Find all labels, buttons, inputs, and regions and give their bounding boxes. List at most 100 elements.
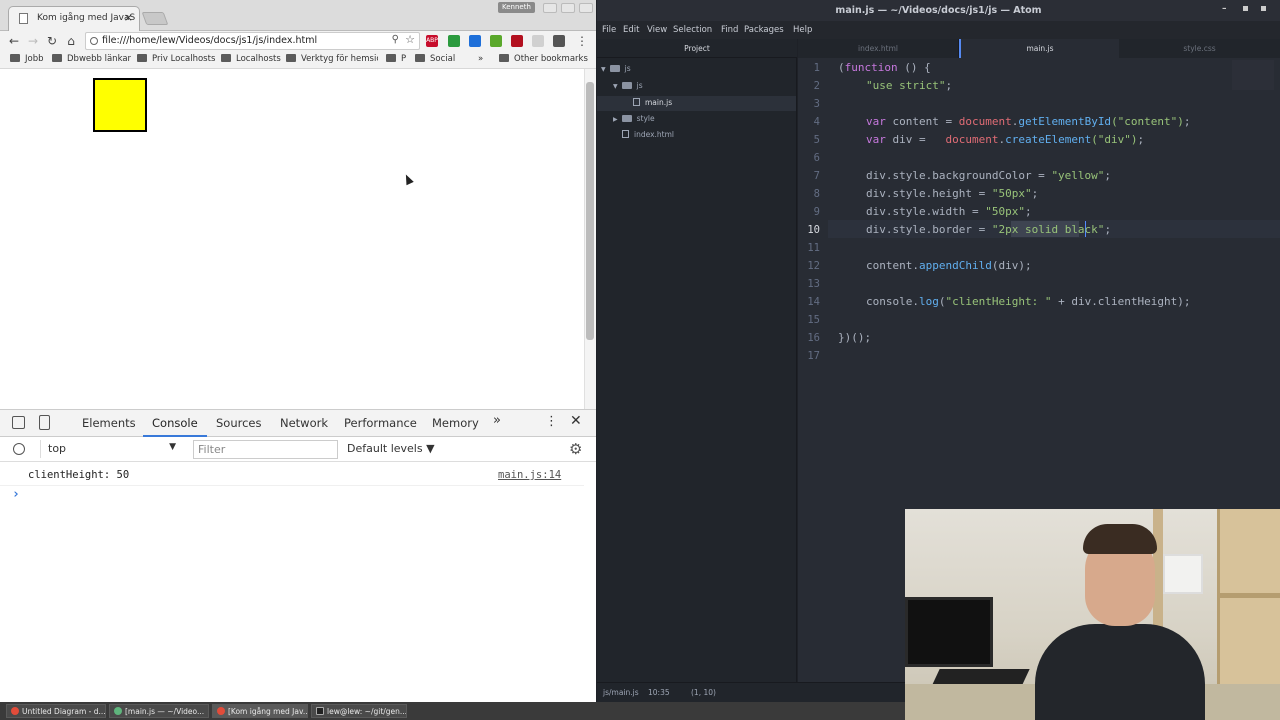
- tab-sources[interactable]: Sources: [216, 416, 262, 430]
- tree-label: js: [624, 64, 631, 73]
- maximize-button[interactable]: [561, 3, 575, 13]
- dropper-icon[interactable]: [469, 35, 481, 47]
- tree-item-index-html[interactable]: index.html: [622, 130, 674, 139]
- editor-tab-index-html[interactable]: index.html: [798, 39, 959, 58]
- status-file-path[interactable]: js/main.js: [603, 688, 639, 697]
- blank-ext-icon[interactable]: [532, 35, 544, 47]
- line-number: 1: [813, 62, 820, 74]
- bookmark-folder-dbwebb[interactable]: Dbwebb länkar: [52, 54, 131, 64]
- tab-performance[interactable]: Performance: [344, 416, 417, 430]
- more-tabs-button[interactable]: »: [493, 413, 501, 428]
- code-line-10: div.style.border = "2px solid black";: [866, 223, 1112, 236]
- taskbar-item-chrome[interactable]: [Kom igång med Jav...: [212, 704, 308, 718]
- console-source-link[interactable]: main.js:14: [498, 469, 561, 481]
- menu-packages[interactable]: Packages: [744, 25, 784, 35]
- menu-view[interactable]: View: [647, 25, 667, 35]
- status-time: 10:35: [648, 688, 670, 697]
- editor-tabbar: index.html main.js style.css: [798, 39, 1280, 58]
- menu-kebab-icon[interactable]: ⋮: [574, 33, 590, 49]
- close-devtools-icon[interactable]: ✕: [570, 413, 582, 429]
- console-settings-gear-icon[interactable]: ⚙: [569, 440, 582, 458]
- menu-help[interactable]: Help: [793, 25, 812, 35]
- console-prompt-icon[interactable]: ›: [12, 487, 20, 502]
- taskbar-item-terminal[interactable]: lew@lew: ~/git/gen...: [311, 704, 407, 718]
- tree-item-style[interactable]: ▶ style: [613, 114, 655, 123]
- log-levels-select[interactable]: Default levels ▼: [347, 442, 435, 455]
- globe-ext-icon[interactable]: [553, 35, 565, 47]
- chevron-right-icon: ▶: [613, 116, 618, 123]
- editor-tab-style-css[interactable]: style.css: [1119, 39, 1280, 58]
- folder-icon: [621, 82, 632, 89]
- bookmark-folder-localhosts[interactable]: Localhosts: [221, 54, 281, 64]
- page-icon: [19, 13, 28, 24]
- green-ext-icon[interactable]: [448, 35, 460, 47]
- taskbar-item-diagram[interactable]: Untitled Diagram - d...: [6, 704, 106, 718]
- menu-edit[interactable]: Edit: [623, 25, 639, 35]
- page-viewport[interactable]: [0, 69, 584, 409]
- status-cursor-position[interactable]: (1, 10): [691, 688, 716, 697]
- abp-icon[interactable]: ABP: [426, 35, 438, 47]
- browser-tab-active[interactable]: Kom igång med JavaS ×: [8, 6, 140, 31]
- bookmarks-overflow-button[interactable]: »: [478, 54, 483, 64]
- taskbar: Untitled Diagram - d... [main.js — ~/Vid…: [0, 702, 905, 720]
- bookmark-folder-jobb[interactable]: Jobb: [10, 54, 44, 64]
- device-toolbar-icon[interactable]: [39, 415, 50, 430]
- bookmark-label: Jobb: [25, 54, 44, 64]
- filter-input[interactable]: Filter: [193, 440, 338, 459]
- tree-item-js[interactable]: ▼ js: [613, 81, 643, 90]
- minimize-button[interactable]: [543, 3, 557, 13]
- close-window-button[interactable]: [579, 3, 593, 13]
- code-line-16: })();: [838, 331, 872, 344]
- line-number: 10: [807, 224, 820, 236]
- tree-view-header[interactable]: Project: [597, 39, 797, 58]
- taskbar-item-atom[interactable]: [main.js — ~/Video...: [109, 704, 209, 718]
- devtools-menu-icon[interactable]: ⋮: [545, 414, 558, 429]
- line-number: 14: [807, 296, 820, 308]
- tree-item-root[interactable]: ▼ js: [601, 64, 631, 73]
- forward-icon[interactable]: →: [25, 33, 41, 49]
- context-select[interactable]: top ▼: [40, 440, 180, 458]
- zoom-icon[interactable]: ⚲: [392, 34, 399, 45]
- reload-icon[interactable]: ↻: [44, 33, 60, 49]
- info-icon: [90, 37, 98, 45]
- file-icon: [622, 130, 629, 138]
- folder-icon: [286, 54, 296, 62]
- bookmark-folder-verktyg[interactable]: Verktyg för hemsic: [286, 54, 378, 64]
- line-number: 16: [807, 332, 820, 344]
- context-value: top: [48, 442, 67, 455]
- tab-memory[interactable]: Memory: [432, 416, 479, 430]
- folder-icon: [499, 54, 509, 62]
- scrollbar-thumb[interactable]: [586, 82, 594, 340]
- ublock-icon[interactable]: [511, 35, 523, 47]
- close-tab-icon[interactable]: ×: [124, 11, 133, 24]
- tab-elements[interactable]: Elements: [82, 416, 136, 430]
- tab-network[interactable]: Network: [280, 416, 328, 430]
- folder-icon: [609, 65, 620, 72]
- atom-menubar: File Edit View Selection Find Packages H…: [597, 21, 1280, 39]
- bookmark-folder-social[interactable]: Social: [415, 54, 455, 64]
- clear-console-icon[interactable]: [13, 443, 25, 455]
- atom-close-button[interactable]: [1261, 6, 1266, 11]
- tab-console[interactable]: Console: [152, 416, 198, 430]
- inspect-element-icon[interactable]: [12, 416, 25, 429]
- menu-selection[interactable]: Selection: [673, 25, 712, 35]
- atom-maximize-button[interactable]: [1243, 6, 1248, 11]
- atom-minimize-button[interactable]: –: [1222, 4, 1227, 14]
- bookmark-folder-p[interactable]: P: [386, 54, 406, 64]
- bookmark-folder-priv[interactable]: Priv Localhosts: [137, 54, 215, 64]
- home-icon[interactable]: ⌂: [63, 33, 79, 49]
- menu-find[interactable]: Find: [721, 25, 738, 35]
- new-tab-button[interactable]: [141, 12, 169, 25]
- console-output[interactable]: clientHeight: 50 main.js:14 ›: [0, 462, 596, 702]
- bookmark-star-icon[interactable]: ☆: [405, 33, 415, 46]
- grammar-ext-icon[interactable]: [490, 35, 502, 47]
- person-shoulders: [1035, 624, 1205, 720]
- minimap[interactable]: [1232, 60, 1274, 90]
- menu-file[interactable]: File: [602, 25, 616, 35]
- address-bar[interactable]: file:///home/lew/Videos/docs/js1/js/inde…: [85, 32, 420, 50]
- editor-tab-main-js[interactable]: main.js: [959, 39, 1119, 58]
- tree-item-main-js[interactable]: main.js: [633, 98, 672, 107]
- back-icon[interactable]: ←: [6, 33, 22, 49]
- other-bookmarks[interactable]: Other bookmarks: [499, 54, 588, 64]
- profile-badge[interactable]: Kenneth: [498, 2, 535, 13]
